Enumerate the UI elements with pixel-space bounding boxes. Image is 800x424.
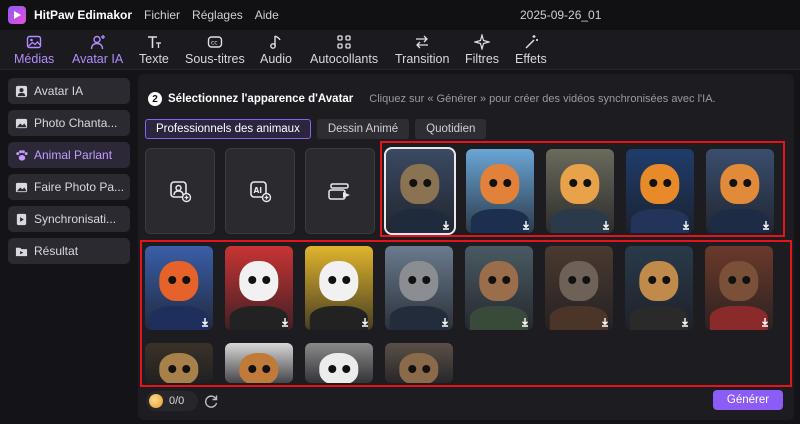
music-note-icon xyxy=(268,30,284,50)
tab-professionnels-des-animaux[interactable]: Professionnels des animaux xyxy=(145,119,311,139)
credits-counter: 0/0 xyxy=(146,391,198,411)
credits-value: 0/0 xyxy=(169,395,185,407)
sidebar-item-faire-photo-parler[interactable]: Faire Photo Pa... xyxy=(8,174,130,200)
tool-sous-titres-label: Sous-titres xyxy=(185,52,245,66)
video-avatar-icon xyxy=(328,183,350,200)
effects-wand-icon xyxy=(523,30,539,50)
menu-reglages[interactable]: Réglages xyxy=(192,8,243,22)
tool-effets[interactable]: Effets xyxy=(515,30,547,70)
image-icon xyxy=(26,30,42,50)
sidebar: Avatar IA Photo Chanta... Animal Parlant… xyxy=(8,74,134,424)
sidebar-item-photo-chantante[interactable]: Photo Chanta... xyxy=(8,110,130,136)
menu-fichier[interactable]: Fichier xyxy=(144,8,180,22)
app-logo-icon xyxy=(8,6,26,24)
sidebar-item-resultat[interactable]: Résultat xyxy=(8,238,130,264)
sidebar-item-animal-parlant[interactable]: Animal Parlant xyxy=(8,142,130,168)
sidebar-item-label: Animal Parlant xyxy=(34,148,113,162)
paw-icon xyxy=(14,148,28,162)
photo-icon xyxy=(14,180,28,194)
video-avatar-button[interactable] xyxy=(305,148,375,234)
tool-autocollants[interactable]: Autocollants xyxy=(310,30,378,70)
tool-effets-label: Effets xyxy=(515,52,547,66)
tool-texte-label: Texte xyxy=(139,52,169,66)
tool-transition-label: Transition xyxy=(395,52,450,66)
subtitles-icon: cc xyxy=(207,30,223,50)
tool-texte[interactable]: Texte xyxy=(139,30,169,70)
tool-medias-label: Médias xyxy=(14,52,55,66)
svg-text:cc: cc xyxy=(211,40,218,47)
photo-icon xyxy=(14,116,28,130)
sidebar-item-avatar-ia[interactable]: Avatar IA xyxy=(8,78,130,104)
stickers-icon xyxy=(336,30,352,50)
tool-audio[interactable]: Audio xyxy=(260,30,292,70)
app-name: HitPaw Edimakor xyxy=(34,8,133,22)
sidebar-item-label: Avatar IA xyxy=(34,84,84,98)
tool-sous-titres[interactable]: cc Sous-titres xyxy=(185,30,245,70)
sync-icon xyxy=(14,212,28,226)
tool-autocollants-label: Autocollants xyxy=(310,52,379,66)
upload-avatar-icon xyxy=(170,181,192,203)
ai-image-add-button[interactable]: AI xyxy=(225,148,295,234)
sidebar-item-label: Photo Chanta... xyxy=(34,116,118,130)
highlight-box-top xyxy=(380,141,785,237)
main-toolbar: Médias Avatar IA Texte cc Sous-titres Au… xyxy=(0,30,800,70)
upload-avatar-button[interactable] xyxy=(145,148,215,234)
tab-quotidien[interactable]: Quotidien xyxy=(415,119,487,139)
transition-arrows-icon xyxy=(414,30,430,50)
sidebar-item-synchronisation[interactable]: Synchronisati... xyxy=(8,206,130,232)
tool-transition[interactable]: Transition xyxy=(395,30,449,70)
text-icon xyxy=(146,30,162,50)
tool-filtres[interactable]: Filtres xyxy=(465,30,499,70)
tool-avatar-ia[interactable]: Avatar IA xyxy=(72,30,123,70)
tool-audio-label: Audio xyxy=(260,52,292,66)
menu-aide[interactable]: Aide xyxy=(255,8,279,22)
title-bar: HitPaw Edimakor Fichier Réglages Aide 20… xyxy=(0,0,800,30)
avatar-selection-panel: 2 Sélectionnez l'apparence d'Avatar Cliq… xyxy=(138,74,794,420)
sparkle-filter-icon xyxy=(474,30,491,50)
tool-filtres-label: Filtres xyxy=(465,52,500,66)
ai-image-add-icon: AI xyxy=(250,181,272,203)
avatar-icon xyxy=(90,30,106,50)
highlight-box-bottom xyxy=(140,240,792,387)
avatar-icon xyxy=(14,84,28,98)
coin-icon xyxy=(149,394,163,408)
step-title: Sélectionnez l'apparence d'Avatar xyxy=(168,93,354,105)
step-number-badge: 2 xyxy=(148,92,162,106)
step-hint: Cliquez sur « Générer » pour créer des v… xyxy=(369,93,716,105)
tool-avatar-ia-label: Avatar IA xyxy=(72,52,124,66)
sidebar-item-label: Faire Photo Pa... xyxy=(34,180,125,194)
sidebar-item-label: Résultat xyxy=(34,244,79,258)
tab-dessin-anime[interactable]: Dessin Animé xyxy=(316,119,410,139)
generate-button[interactable]: Générer xyxy=(713,390,783,410)
document-title: 2025-09-26_01 xyxy=(520,8,602,22)
category-tabs: Professionnels des animaux Dessin Animé … xyxy=(145,119,492,139)
play-folder-icon xyxy=(14,244,28,258)
tool-medias[interactable]: Médias xyxy=(14,30,54,70)
sidebar-item-label: Synchronisati... xyxy=(34,212,117,226)
refresh-icon[interactable] xyxy=(203,393,219,409)
step-header: 2 Sélectionnez l'apparence d'Avatar Cliq… xyxy=(148,92,716,106)
svg-text:AI: AI xyxy=(254,186,263,195)
